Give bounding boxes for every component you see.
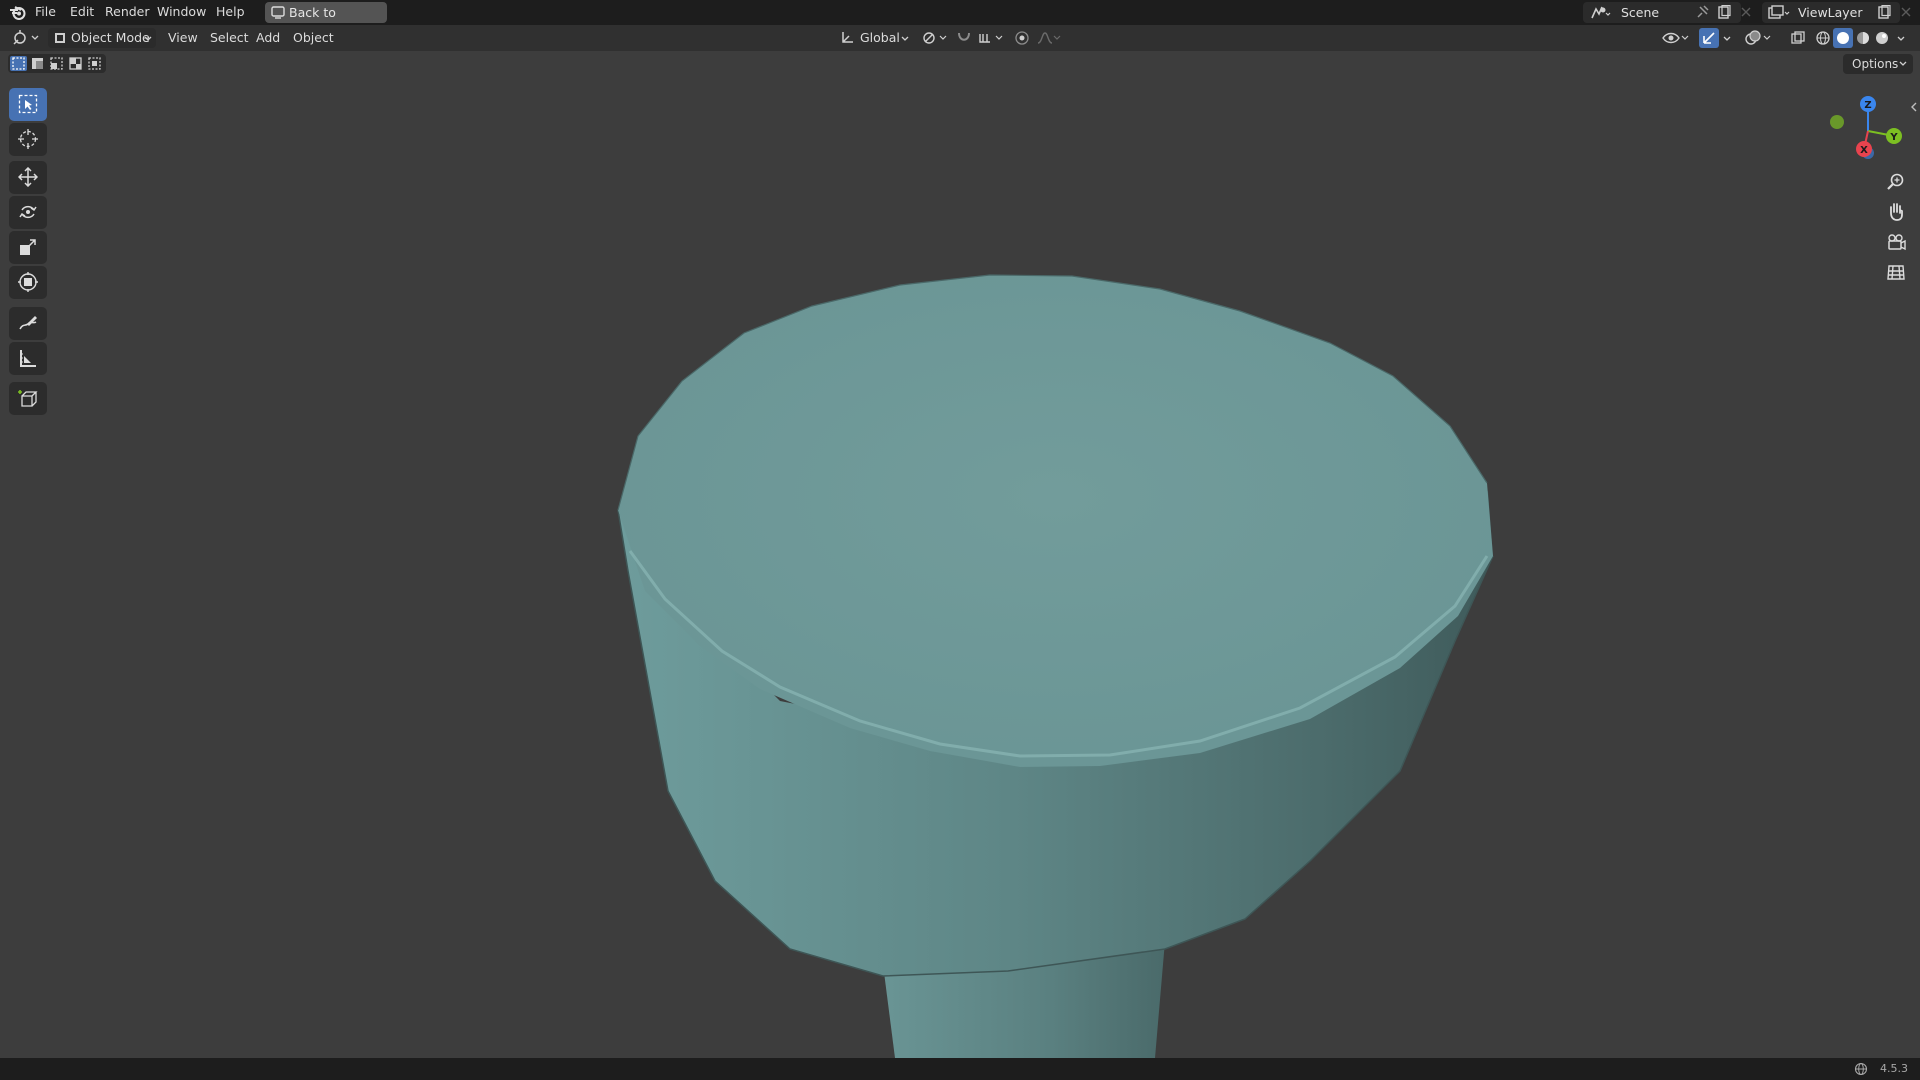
goblet-mesh[interactable] [0,51,1920,1058]
menu-render[interactable]: Render [105,4,150,19]
tool-scale[interactable] [9,231,47,264]
object-mode-icon [53,31,67,49]
overlays-icon[interactable] [1744,30,1774,50]
view-layer-selector[interactable]: ViewLayer [1762,2,1900,23]
menu-help[interactable]: Help [216,4,245,19]
mode-label: Object Mode [71,30,150,45]
chevron-down-icon [143,33,153,48]
transform-orientation-label: Global [860,30,900,45]
tool-measure[interactable] [9,342,47,375]
remove-scene-icon[interactable] [1740,6,1752,22]
chevron-down-icon [900,33,910,48]
globe-icon [1854,1062,1868,1080]
grid-icon [1887,265,1905,280]
scene-selector[interactable]: Scene [1583,2,1741,23]
gizmo-toggle-icon[interactable] [1699,28,1719,48]
tool-rotate[interactable] [9,196,47,229]
move-icon [18,167,38,187]
chevron-down-icon[interactable] [1896,33,1906,48]
measure-icon [20,350,36,367]
menu-window[interactable]: Window [157,4,206,19]
scale-icon [20,239,36,255]
snap-toggle-icon[interactable] [956,30,972,50]
select-new-icon[interactable] [10,56,27,71]
top-menu-bar: File Edit Render Window Help Back to Pre… [0,0,1920,41]
sidebar-toggle-icon[interactable] [1910,101,1918,117]
camera-icon [1888,234,1906,251]
options-dropdown[interactable]: Options [1843,54,1913,74]
select-subtract-icon[interactable] [48,56,65,75]
screen-back-icon [271,6,285,19]
menu-file[interactable]: File [35,4,56,19]
menu-add[interactable]: Add [256,30,280,45]
y-axis-label: Y [1889,132,1898,143]
menu-object[interactable]: Object [293,30,334,45]
tool-move[interactable] [9,161,47,194]
tool-transform[interactable] [9,266,47,299]
new-view-layer-icon[interactable] [1877,4,1891,24]
shading-rendered-icon[interactable] [1874,30,1890,50]
select-box-icon [18,94,38,114]
proportional-editing-icon[interactable] [1014,30,1030,50]
orientation-axes-icon [840,31,854,49]
shading-solid-icon[interactable] [1833,28,1853,48]
chevron-down-icon[interactable] [1722,33,1732,48]
tool-select-mode-row [8,54,106,73]
visibility-icon[interactable] [1662,30,1692,50]
status-bar: 4.5.3 [0,1058,1920,1080]
menu-view[interactable]: View [168,30,198,45]
pivot-point-icon[interactable] [922,30,950,50]
xray-toggle-icon[interactable] [1790,30,1806,50]
negative-y-axis-handle[interactable] [1830,115,1844,129]
editor-type-icon[interactable] [12,30,40,50]
transform-orientation-dropdown[interactable]: Global [836,28,913,48]
scene-icon [1590,5,1612,24]
camera-view-button[interactable] [1882,228,1910,256]
rotate-icon [19,205,37,219]
3d-viewport[interactable]: Options Z Y X [0,51,1920,1058]
menu-select[interactable]: Select [210,30,249,45]
pin-icon[interactable] [1695,5,1709,24]
snap-target-icon[interactable] [978,30,1006,50]
mode-dropdown[interactable]: Object Mode [48,28,156,48]
version-label: 4.5.3 [1880,1062,1908,1075]
pan-view-button[interactable] [1882,198,1910,226]
viewport-header: Object Mode View Select Add Object Globa… [0,25,1920,51]
falloff-icon[interactable] [1036,30,1064,50]
tool-annotate[interactable] [9,307,47,340]
chevron-down-icon [1899,61,1907,66]
options-label: Options [1852,57,1899,71]
select-invert-icon[interactable] [67,56,84,75]
zoom-view-button[interactable] [1882,168,1910,196]
add-cube-icon [18,390,38,407]
select-extend-icon[interactable] [29,56,46,75]
cursor-icon [18,129,38,149]
tool-select-box[interactable] [9,88,47,121]
back-to-previous-button[interactable]: Back to Previous [265,2,387,41]
perspective-toggle-button[interactable] [1882,258,1910,286]
view-layer-name: ViewLayer [1798,5,1863,20]
navigation-gizmo[interactable]: Z Y X [1820,91,1910,171]
tool-add-cube[interactable] [9,382,47,415]
transform-icon [18,272,38,292]
annotate-icon [19,316,37,330]
zoom-icon [1887,173,1904,190]
shading-wireframe-icon[interactable] [1815,30,1831,50]
blender-logo-icon[interactable] [9,4,27,25]
menu-edit[interactable]: Edit [70,4,94,19]
hand-icon [1890,203,1903,221]
remove-view-layer-icon[interactable] [1900,6,1912,22]
select-intersect-icon[interactable] [86,56,103,75]
tool-cursor[interactable] [9,123,47,156]
z-axis-label: Z [1864,100,1871,111]
scene-name: Scene [1621,5,1660,20]
shading-material-icon[interactable] [1855,30,1871,50]
new-scene-icon[interactable] [1717,4,1731,24]
view-layer-icon [1767,5,1791,24]
x-axis-label: X [1860,145,1868,156]
